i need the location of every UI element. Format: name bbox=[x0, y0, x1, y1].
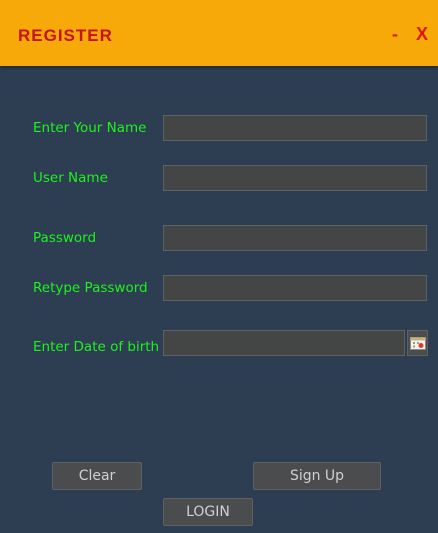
dob-field[interactable] bbox=[163, 330, 405, 356]
window-title: REGISTER bbox=[18, 26, 113, 45]
password-label: Password bbox=[33, 230, 97, 246]
title-bar: REGISTER - X bbox=[0, 0, 438, 66]
name-field[interactable] bbox=[163, 115, 427, 141]
close-button[interactable]: X bbox=[416, 24, 428, 45]
calendar-button[interactable] bbox=[407, 330, 428, 356]
sign-up-button[interactable]: Sign Up bbox=[253, 462, 381, 490]
clear-button[interactable]: Clear bbox=[52, 462, 142, 490]
calendar-icon bbox=[410, 337, 426, 350]
username-field[interactable] bbox=[163, 165, 427, 191]
dob-label: Enter Date of birth bbox=[33, 339, 160, 355]
retype-password-field[interactable] bbox=[163, 275, 427, 301]
retype-password-label: Retype Password bbox=[33, 280, 148, 296]
login-button[interactable]: LOGIN bbox=[163, 498, 253, 526]
name-label: Enter Your Name bbox=[33, 120, 147, 136]
minimize-button[interactable]: - bbox=[392, 24, 398, 45]
username-label: User Name bbox=[33, 170, 108, 186]
password-field[interactable] bbox=[163, 225, 427, 251]
